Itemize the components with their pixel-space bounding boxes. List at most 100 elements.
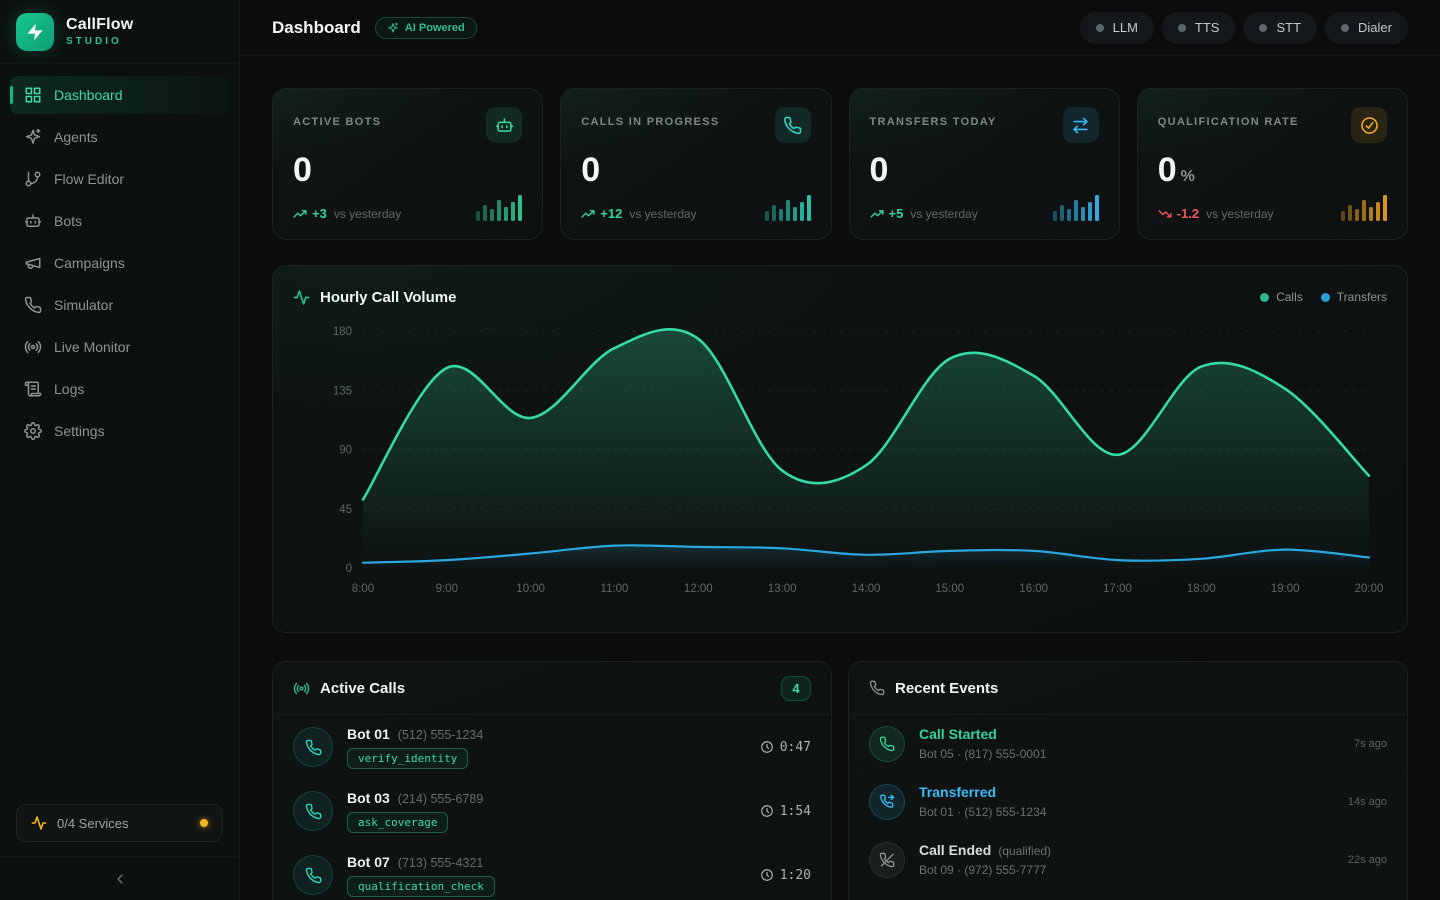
phone-icon <box>305 739 322 756</box>
event-info: Transferred Bot 01 · (512) 555-1234 <box>919 784 1046 819</box>
gear-icon <box>24 422 42 440</box>
minibar <box>772 205 776 221</box>
legend-item-calls[interactable]: Calls <box>1260 290 1303 304</box>
call-timer-value: 1:54 <box>780 804 811 819</box>
event-title: Call Ended <box>919 842 991 858</box>
phone-icon <box>869 680 885 696</box>
app-title-block: CallFlow STUDIO <box>66 16 133 47</box>
recent-events-list: Call Started Bot 05 · (817) 555-0001 7s … <box>849 715 1407 900</box>
legend-label: Calls <box>1276 290 1303 304</box>
minibar <box>1053 211 1057 221</box>
event-info: Call Started Bot 05 · (817) 555-0001 <box>919 726 1046 761</box>
sidebar-item-label: Bots <box>54 213 82 229</box>
chart-legend: Calls Transfers <box>1260 290 1387 304</box>
sidebar-item-simulator[interactable]: Simulator <box>10 286 229 324</box>
minibar <box>765 211 769 221</box>
sparkles-icon <box>387 22 399 34</box>
legend-dot-icon <box>1260 293 1269 302</box>
event-title: Transferred <box>919 784 996 800</box>
minibar <box>1369 207 1373 221</box>
sidebar-collapse-button[interactable] <box>0 856 239 900</box>
services-status[interactable]: 0/4 Services <box>16 804 223 842</box>
status-pill-stt[interactable]: STT <box>1243 12 1317 44</box>
app-logo: CallFlow STUDIO <box>0 0 239 64</box>
stat-value: 0 <box>293 153 312 187</box>
sidebar-item-settings[interactable]: Settings <box>10 412 229 450</box>
legend-item-transfers[interactable]: Transfers <box>1321 290 1387 304</box>
stat-value-row: 0 <box>293 153 522 187</box>
recent-events-title: Recent Events <box>895 680 998 697</box>
event-avatar <box>869 842 905 878</box>
status-pill-tts[interactable]: TTS <box>1162 12 1236 44</box>
stat-value-row: 0 <box>581 153 810 187</box>
activity-icon <box>293 289 310 306</box>
active-call-row[interactable]: Bot 01 (512) 555-1234 verify_identity 0:… <box>273 715 831 779</box>
event-detail: Bot 01 · (512) 555-1234 <box>919 805 1046 819</box>
stat-minibar-chart <box>1341 193 1387 221</box>
stat-icon-badge <box>1351 107 1387 143</box>
page-title: Dashboard <box>272 18 361 38</box>
minibar <box>490 209 494 221</box>
app-name: CallFlow <box>66 16 133 34</box>
status-dot-icon <box>1178 24 1186 32</box>
stat-cards-row: ACTIVE BOTS 0 +3 vs yesterday CALLS IN P… <box>272 88 1408 240</box>
call-phone-number: (214) 555-6789 <box>398 792 483 806</box>
event-detail: Bot 05 · (817) 555-0001 <box>919 747 1046 761</box>
clock-icon <box>760 868 774 882</box>
radio-icon <box>293 680 310 697</box>
sidebar-item-dashboard[interactable]: Dashboard <box>10 76 229 114</box>
call-avatar <box>293 855 333 895</box>
sidebar-item-bots[interactable]: Bots <box>10 202 229 240</box>
hourly-call-volume-card: Hourly Call Volume Calls Transfers 04590… <box>272 265 1408 633</box>
app-subtitle: STUDIO <box>66 36 133 47</box>
bot-icon <box>495 116 514 135</box>
stat-minibar-chart <box>476 193 522 221</box>
call-flow-step-tag: qualification_check <box>347 876 495 897</box>
active-call-row[interactable]: Bot 03 (214) 555-6789 ask_coverage 1:54 <box>273 779 831 843</box>
sidebar-item-logs[interactable]: Logs <box>10 370 229 408</box>
svg-text:19:00: 19:00 <box>1271 583 1300 595</box>
event-row-call-ended[interactable]: Call Ended (qualified) Bot 09 · (972) 55… <box>849 831 1407 889</box>
sidebar-item-agents[interactable]: Agents <box>10 118 229 156</box>
event-row-transferred[interactable]: Transferred Bot 01 · (512) 555-1234 14s … <box>849 773 1407 831</box>
sidebar-item-label: Agents <box>54 129 98 145</box>
radio-icon <box>293 680 310 697</box>
call-avatar <box>293 727 333 767</box>
svg-text:14:00: 14:00 <box>852 583 881 595</box>
svg-text:11:00: 11:00 <box>601 583 629 595</box>
call-info: Bot 03 (214) 555-6789 ask_coverage <box>347 790 483 833</box>
svg-text:135: 135 <box>333 385 352 397</box>
bolt-icon <box>25 22 45 42</box>
status-pill-llm[interactable]: LLM <box>1080 12 1154 44</box>
svg-text:45: 45 <box>339 504 352 516</box>
event-row-call-started[interactable]: Call Started <box>849 889 1407 900</box>
hourly-call-volume-svg: 045901351808:009:0010:0011:0012:0013:001… <box>293 310 1389 602</box>
stat-delta: -1.2 <box>1158 206 1199 221</box>
minibar <box>1362 200 1366 221</box>
minibar <box>1060 205 1064 221</box>
sidebar-item-live-monitor[interactable]: Live Monitor <box>10 328 229 366</box>
minibar <box>497 200 501 221</box>
sidebar-item-label: Dashboard <box>54 87 123 103</box>
sidebar-item-flow-editor[interactable]: Flow Editor <box>10 160 229 198</box>
minibar <box>1355 209 1359 221</box>
sidebar-item-label: Campaigns <box>54 255 125 271</box>
minibar <box>476 211 480 221</box>
service-status-pills: LLM TTS STT Dialer <box>1080 12 1408 44</box>
stat-delta-note: vs yesterday <box>629 207 696 221</box>
stat-label: CALLS IN PROGRESS <box>581 107 719 128</box>
sparkles-icon <box>387 22 399 34</box>
grid-icon <box>24 86 42 104</box>
status-pill-dialer[interactable]: Dialer <box>1325 12 1408 44</box>
legend-dot-icon <box>1321 293 1330 302</box>
sidebar-item-label: Flow Editor <box>54 171 124 187</box>
check-circle-icon <box>1360 116 1379 135</box>
arrows-lr-icon <box>1071 116 1090 135</box>
stat-icon-badge <box>775 107 811 143</box>
event-row-call-started[interactable]: Call Started Bot 05 · (817) 555-0001 7s … <box>849 715 1407 773</box>
active-call-row[interactable]: Bot 07 (713) 555-4321 qualification_chec… <box>273 843 831 900</box>
minibar <box>511 202 515 221</box>
sidebar-item-campaigns[interactable]: Campaigns <box>10 244 229 282</box>
stat-card-bottom: -1.2 vs yesterday <box>1158 193 1387 221</box>
svg-text:8:00: 8:00 <box>352 583 374 595</box>
